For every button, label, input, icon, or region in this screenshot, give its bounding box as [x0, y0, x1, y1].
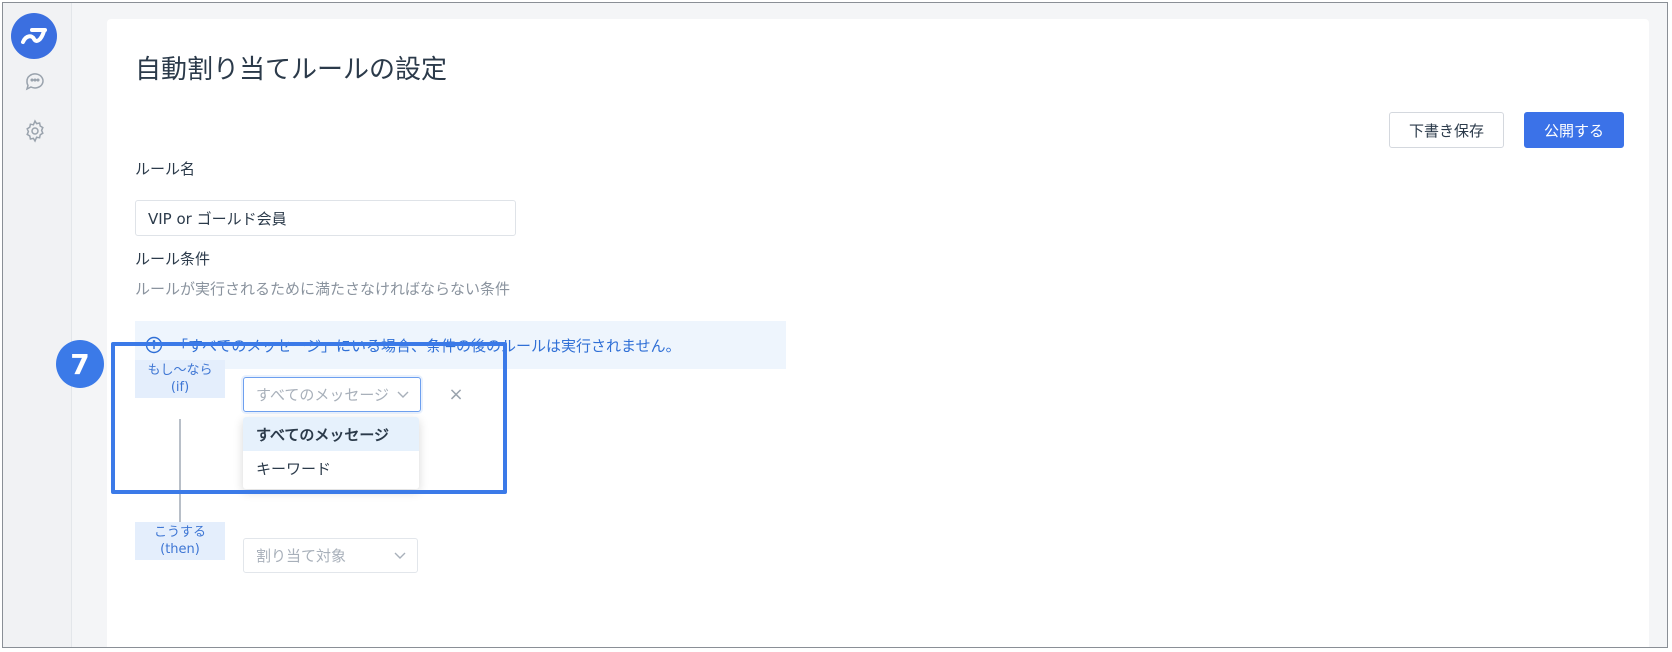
rule-name-label: ルール名 — [135, 160, 196, 178]
rule-conditions-label: ルール条件 — [135, 250, 211, 268]
rule-settings-panel: 自動割り当てルールの設定 下書き保存 公開する ルール名 ルール条件 ルールが実… — [107, 19, 1649, 647]
publish-button[interactable]: 公開する — [1524, 112, 1624, 148]
then-tag-subtext: (then) — [160, 542, 200, 557]
save-draft-button[interactable]: 下書き保存 — [1389, 112, 1504, 148]
gear-icon[interactable] — [23, 119, 47, 143]
rule-name-input[interactable] — [135, 200, 516, 236]
page-title: 自動割り当てルールの設定 — [135, 55, 448, 85]
chevron-down-icon — [393, 548, 407, 562]
step-number-badge: 7 — [56, 340, 104, 388]
sidebar — [3, 3, 72, 647]
app-logo[interactable] — [11, 13, 57, 59]
assign-target-placeholder: 割り当て対象 — [256, 547, 347, 565]
then-tag: こうする (then) — [135, 522, 225, 560]
then-tag-text: こうする — [153, 525, 206, 540]
assign-target-select[interactable]: 割り当て対象 — [243, 538, 418, 573]
app-window: 自動割り当てルールの設定 下書き保存 公開する ルール名 ルール条件 ルールが実… — [2, 2, 1668, 648]
logo-mark-icon — [21, 28, 47, 44]
chat-bubbles-icon[interactable] — [23, 69, 47, 93]
rule-conditions-hint: ルールが実行されるために満たさなければならない条件 — [135, 280, 511, 298]
annotation-highlight-box — [111, 342, 507, 494]
